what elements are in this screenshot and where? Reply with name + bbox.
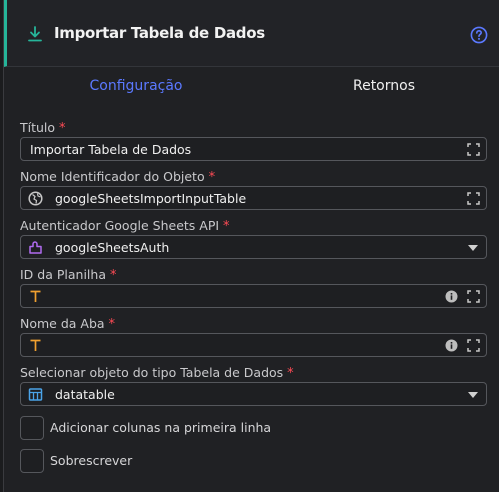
globe-icon: [28, 191, 43, 206]
sobrescrever-label: Sobrescrever: [50, 453, 133, 468]
titulo-input[interactable]: Importar Tabela de Dados: [20, 137, 487, 161]
autenticador-value: googleSheetsAuth: [55, 240, 170, 255]
download-icon: [28, 26, 42, 42]
connector-icon: [29, 241, 42, 254]
text-type-icon: [30, 290, 41, 302]
required-mark: *: [59, 121, 66, 136]
nome-identificador-label-text: Nome Identificador do Objeto: [20, 169, 205, 184]
autenticador-select[interactable]: googleSheetsAuth: [20, 235, 487, 259]
nome-aba-label: Nome da Aba *: [20, 316, 115, 332]
nome-identificador-input[interactable]: googleSheetsImportInputTable: [20, 186, 487, 210]
tab-retornos[interactable]: Retornos: [268, 67, 499, 105]
nome-identificador-value: googleSheetsImportInputTable: [55, 191, 247, 206]
required-mark: *: [109, 268, 117, 283]
help-circle-icon[interactable]: [470, 26, 488, 44]
required-mark: *: [287, 366, 294, 381]
nome-aba-input[interactable]: [20, 333, 487, 357]
info-icon[interactable]: [445, 339, 458, 352]
panel-title: Importar Tabela de Dados: [54, 24, 265, 42]
expand-icon[interactable]: [467, 290, 480, 303]
nome-identificador-label: Nome Identificador do Objeto *: [20, 169, 215, 185]
tab-configuracao[interactable]: Configuração: [4, 67, 268, 105]
tab-bar: Configuração Retornos: [4, 67, 499, 105]
autenticador-label-text: Autenticador Google Sheets API: [20, 218, 220, 233]
id-planilha-label: ID da Planilha *: [20, 267, 116, 283]
properties-panel: Importar Tabela de Dados Configuração Re…: [3, 0, 499, 492]
expand-icon[interactable]: [467, 192, 480, 205]
chevron-down-icon[interactable]: [468, 392, 478, 398]
required-mark: *: [223, 219, 230, 234]
adicionar-colunas-label: Adicionar colunas na primeira linha: [50, 420, 272, 435]
chevron-down-icon[interactable]: [468, 245, 478, 251]
id-planilha-input[interactable]: [20, 284, 487, 308]
id-planilha-label-text: ID da Planilha: [20, 267, 106, 282]
required-mark: *: [208, 170, 216, 185]
autenticador-label: Autenticador Google Sheets API *: [20, 218, 230, 234]
titulo-label-text: Título: [20, 120, 56, 135]
nome-aba-label-text: Nome da Aba: [20, 316, 105, 331]
objeto-tabela-label-text: Selecionar objeto do tipo Tabela de Dado…: [20, 365, 284, 380]
required-mark: *: [108, 317, 116, 332]
objeto-tabela-label: Selecionar objeto do tipo Tabela de Dado…: [20, 365, 294, 381]
sobrescrever-checkbox[interactable]: [20, 449, 44, 473]
text-type-icon: [30, 339, 41, 351]
info-icon[interactable]: [445, 290, 458, 303]
expand-icon[interactable]: [467, 339, 480, 352]
adicionar-colunas-checkbox[interactable]: [20, 416, 44, 440]
titulo-label: Título *: [20, 120, 66, 136]
expand-icon[interactable]: [467, 143, 480, 156]
titulo-value: Importar Tabela de Dados: [30, 142, 192, 157]
objeto-tabela-value: datatable: [55, 387, 115, 402]
objeto-tabela-select[interactable]: datatable: [20, 382, 487, 406]
panel-header: Importar Tabela de Dados: [4, 0, 499, 67]
table-icon: [28, 388, 43, 401]
